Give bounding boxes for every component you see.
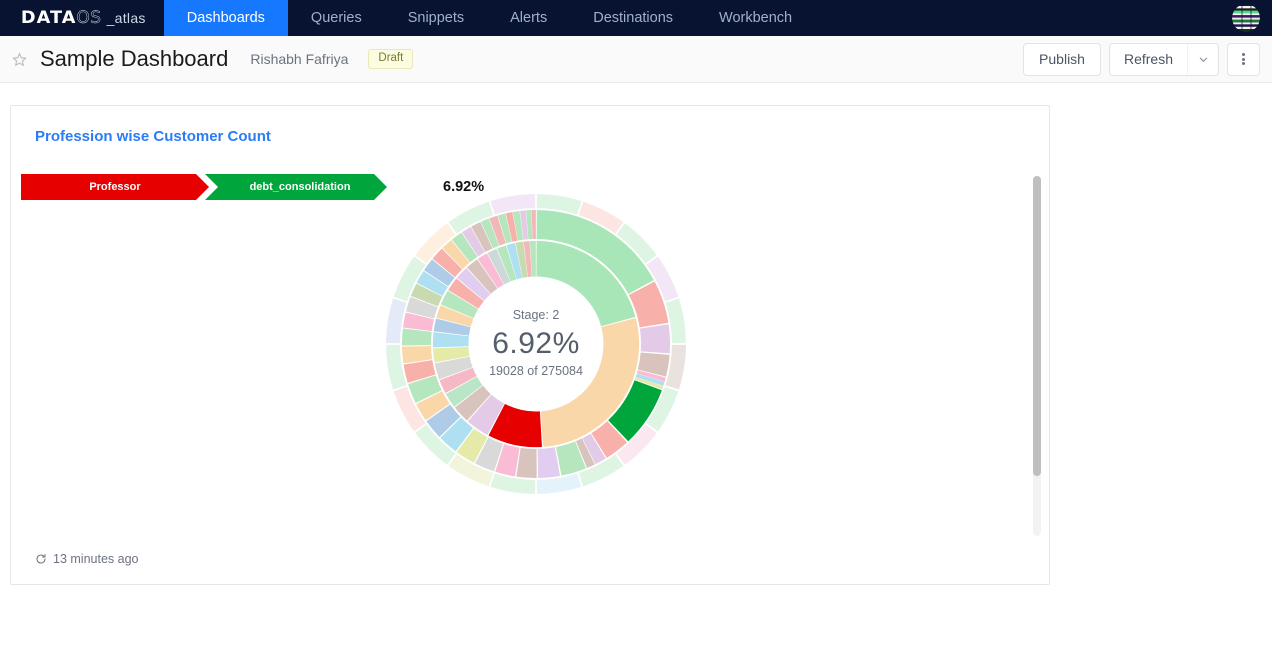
status-badge: Draft (368, 49, 414, 69)
nav-item-workbench-label: Workbench (719, 10, 793, 26)
brand-logo[interactable]: DATA OS _atlas (0, 0, 164, 36)
star-outline-icon (11, 51, 27, 66)
publish-button[interactable]: Publish (1023, 42, 1101, 76)
refresh-button-group: Refresh (1108, 42, 1219, 76)
favorite-star-button[interactable] (8, 48, 30, 70)
chart-card-title: Profession wise Customer Count (35, 128, 271, 145)
chevron-down-icon (1199, 57, 1207, 62)
dashboard-content: Profession wise Customer Count Professor… (0, 83, 1272, 585)
brand-logo-atlas: _atlas (106, 10, 146, 26)
publish-button-label: Publish (1039, 51, 1085, 67)
sunburst-inner-ring (432, 240, 640, 448)
breadcrumb-item-professor[interactable]: Professor (21, 174, 209, 200)
last-refreshed-text: 13 minutes ago (53, 552, 139, 566)
nav-item-queries-label: Queries (310, 10, 362, 26)
breadcrumb-item-debt-consolidation-label: debt_consolidation (249, 181, 351, 193)
chart-card-footer: 13 minutes ago (35, 552, 138, 566)
more-vertical-icon (1242, 52, 1245, 67)
nav-item-workbench[interactable]: Workbench (696, 0, 815, 36)
chart-area: Stage: 2 6.92% 19028 of 275084 (11, 194, 1031, 532)
brand-logo-os: OS (76, 8, 102, 28)
nav-item-alerts-label: Alerts (510, 10, 548, 26)
avatar[interactable] (1232, 4, 1260, 32)
nav-item-snippets[interactable]: Snippets (385, 0, 487, 36)
nav-item-snippets-label: Snippets (407, 10, 465, 26)
nav-item-destinations[interactable]: Destinations (570, 0, 696, 36)
sunburst-segment[interactable] (639, 324, 671, 354)
nav-items: Dashboards Queries Snippets Alerts Desti… (163, 0, 815, 36)
card-scrollbar-thumb[interactable] (1033, 176, 1041, 476)
breadcrumb-item-professor-label: Professor (89, 181, 141, 193)
breadcrumb-percent: 6.92% (443, 179, 485, 195)
sunburst-segment[interactable] (401, 346, 433, 364)
page-header: Sample Dashboard Rishabh Fafriya Draft P… (0, 36, 1272, 83)
refresh-dropdown-button[interactable] (1187, 43, 1218, 75)
dashboard-author: Rishabh Fafriya (250, 51, 349, 67)
sunburst-segment[interactable] (537, 447, 561, 479)
more-options-button[interactable] (1227, 42, 1260, 76)
nav-item-dashboards-label: Dashboards (186, 10, 265, 26)
nav-right-group (1232, 0, 1272, 36)
sunburst-third-ring (386, 194, 686, 494)
header-actions: Publish Refresh (1023, 42, 1260, 76)
nav-item-alerts[interactable]: Alerts (487, 0, 570, 36)
sunburst-chart[interactable] (386, 194, 686, 494)
sunburst-segment[interactable] (401, 328, 432, 346)
refresh-button[interactable]: Refresh (1110, 44, 1187, 75)
breadcrumb-item-debt-consolidation[interactable]: debt_consolidation (205, 174, 387, 200)
refresh-icon (36, 554, 46, 564)
page-title: Sample Dashboard (40, 46, 229, 71)
top-navigation-bar: DATA OS _atlas Dashboards Queries Snippets… (0, 0, 1272, 36)
nav-item-queries[interactable]: Queries (288, 0, 385, 36)
nav-item-dashboards[interactable]: Dashboards (163, 0, 288, 36)
sunburst-segment[interactable] (516, 447, 537, 479)
brand-logo-data: DATA (20, 8, 77, 28)
sunburst-segment[interactable] (531, 209, 536, 240)
refresh-button-label: Refresh (1123, 51, 1173, 67)
nav-item-destinations-label: Destinations (593, 10, 674, 26)
card-scrollbar-track[interactable] (1033, 176, 1041, 536)
chart-card: Profession wise Customer Count Professor… (10, 105, 1050, 585)
